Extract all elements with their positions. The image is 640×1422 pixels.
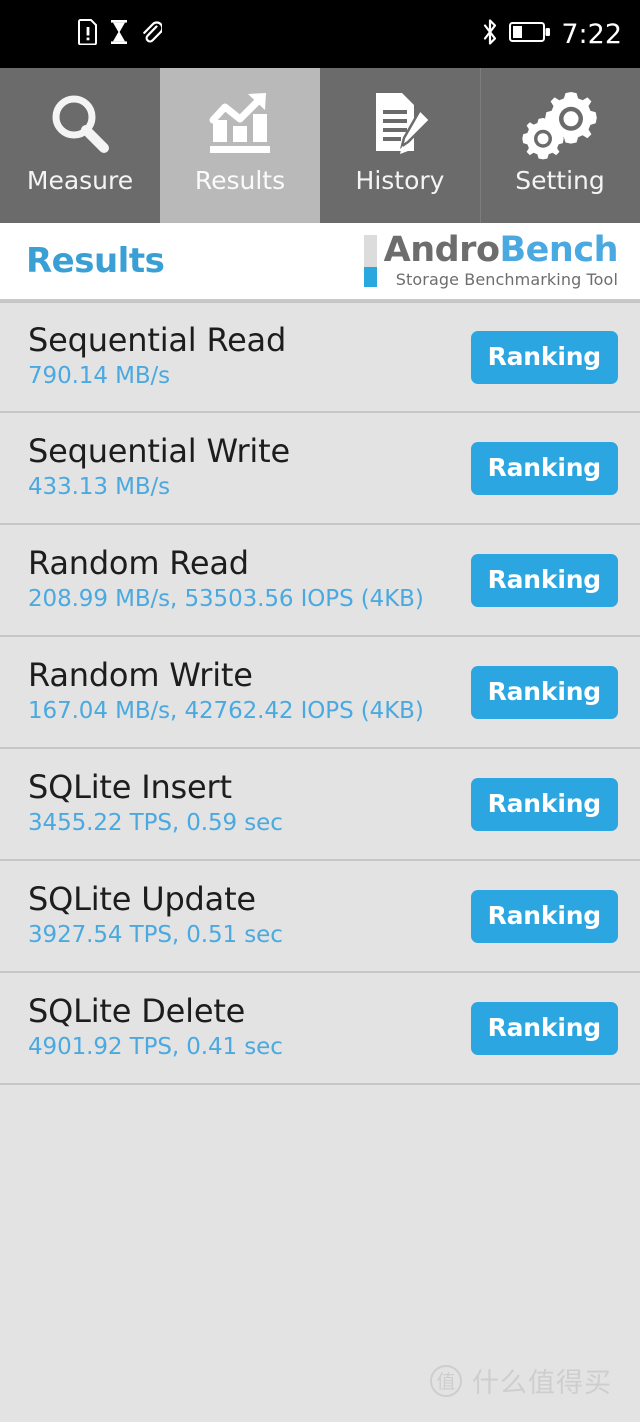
status-bar: 7:22 — [0, 0, 640, 68]
benchmark-title: Sequential Read — [28, 321, 287, 360]
sim-card-alert-icon — [78, 19, 98, 49]
document-pencil-icon — [364, 86, 436, 162]
benchmark-title: SQLite Delete — [28, 992, 246, 1031]
tab-measure-label: Measure — [26, 166, 134, 195]
row-text-block: SQLite Update 3927.54 TPS, 0.51 sec — [28, 880, 283, 950]
table-row[interactable]: Sequential Write 433.13 MB/s Ranking — [0, 413, 640, 525]
gears-icon — [521, 86, 599, 162]
bluetooth-icon — [481, 18, 499, 50]
brand-name: AndroBench — [383, 230, 619, 270]
benchmark-value: 208.99 MB/s, 53503.56 IOPS (4KB) — [28, 586, 424, 613]
attachment-icon — [140, 19, 164, 49]
row-text-block: SQLite Delete 4901.92 TPS, 0.41 sec — [28, 992, 283, 1062]
ranking-button[interactable]: Ranking — [470, 1001, 618, 1055]
page-title: Results — [26, 241, 165, 281]
benchmark-title: SQLite Update — [28, 880, 256, 919]
row-text-block: Random Write 167.04 MB/s, 42762.42 IOPS … — [28, 656, 424, 726]
tab-history[interactable]: History — [320, 68, 480, 223]
benchmark-title: Sequential Write — [28, 432, 290, 471]
logo-bar-icon — [363, 235, 377, 287]
row-text-block: SQLite Insert 3455.22 TPS, 0.59 sec — [28, 768, 283, 838]
table-row[interactable]: Random Write 167.04 MB/s, 42762.42 IOPS … — [0, 637, 640, 749]
tab-results[interactable]: Results — [160, 68, 320, 223]
benchmark-value: 790.14 MB/s — [28, 363, 171, 390]
tab-history-label: History — [355, 166, 445, 195]
brand-name-bench: Bench — [499, 230, 619, 270]
ranking-button[interactable]: Ranking — [470, 330, 618, 384]
status-bar-right-icons: 7:22 — [481, 18, 622, 50]
ranking-button[interactable]: Ranking — [470, 553, 618, 607]
ranking-button[interactable]: Ranking — [470, 777, 618, 831]
row-text-block: Random Read 208.99 MB/s, 53503.56 IOPS (… — [28, 544, 424, 614]
benchmark-title: Random Read — [28, 544, 249, 583]
benchmark-title: Random Write — [28, 656, 253, 695]
results-list: Sequential Read 790.14 MB/s Ranking Sequ… — [0, 301, 640, 1085]
tab-results-label: Results — [194, 166, 286, 195]
ranking-button[interactable]: Ranking — [470, 441, 618, 495]
watermark: 值 什么值得买 — [430, 1361, 612, 1400]
table-row[interactable]: Sequential Read 790.14 MB/s Ranking — [0, 301, 640, 413]
main-tab-bar: Measure Results History Setting — [0, 68, 640, 223]
benchmark-value: 4901.92 TPS, 0.41 sec — [28, 1034, 283, 1061]
benchmark-value: 3927.54 TPS, 0.51 sec — [28, 922, 283, 949]
benchmark-value: 433.13 MB/s — [28, 474, 171, 501]
brand-tagline: Storage Benchmarking Tool — [395, 270, 618, 289]
tab-measure[interactable]: Measure — [0, 68, 160, 223]
app-screen: 7:22 Measure Results History Setting Res… — [0, 0, 640, 1422]
magnifier-icon — [44, 86, 116, 162]
table-row[interactable]: SQLite Insert 3455.22 TPS, 0.59 sec Rank… — [0, 749, 640, 861]
table-row[interactable]: SQLite Update 3927.54 TPS, 0.51 sec Rank… — [0, 861, 640, 973]
androbench-logo: AndroBench Storage Benchmarking Tool — [363, 230, 619, 290]
table-row[interactable]: SQLite Delete 4901.92 TPS, 0.41 sec Rank… — [0, 973, 640, 1085]
status-bar-left-icons — [78, 19, 173, 49]
bar-chart-trend-icon — [204, 86, 276, 162]
watermark-badge-icon: 值 — [430, 1364, 462, 1397]
row-text-block: Sequential Read 790.14 MB/s — [28, 321, 287, 391]
watermark-text: 什么值得买 — [472, 1368, 612, 1399]
brand-text-block: AndroBench Storage Benchmarking Tool — [383, 230, 619, 290]
status-bar-clock: 7:22 — [561, 18, 622, 50]
table-row[interactable]: Random Read 208.99 MB/s, 53503.56 IOPS (… — [0, 525, 640, 637]
battery-icon — [509, 20, 551, 48]
ranking-button[interactable]: Ranking — [470, 665, 618, 719]
brand-name-andro: Andro — [383, 230, 500, 270]
benchmark-value: 167.04 MB/s, 42762.42 IOPS (4KB) — [28, 698, 424, 725]
ranking-button[interactable]: Ranking — [470, 889, 618, 943]
tab-setting[interactable]: Setting — [480, 68, 640, 223]
results-header: Results AndroBench Storage Benchmarking … — [0, 223, 640, 301]
benchmark-title: SQLite Insert — [28, 768, 232, 807]
row-text-block: Sequential Write 433.13 MB/s — [28, 432, 290, 502]
hourglass-icon — [109, 19, 129, 49]
benchmark-value: 3455.22 TPS, 0.59 sec — [28, 810, 283, 837]
tab-setting-label: Setting — [515, 166, 605, 195]
